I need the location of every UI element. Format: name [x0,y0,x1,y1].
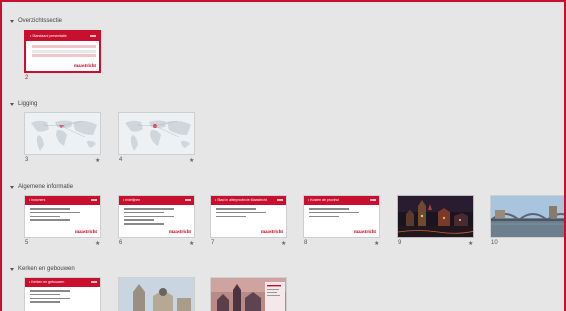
slide-thumbnail-3[interactable] [24,112,101,155]
cathedral-sunset-photo [211,278,286,311]
bullet-list [309,208,359,219]
brand-wordmark: maastricht [73,64,96,69]
collapse-triangle-icon[interactable] [10,102,14,106]
animation-star-icon: ★ [95,158,101,164]
animation-star-icon: ★ [468,241,474,247]
section-header-ligging[interactable]: Ligging [10,99,37,109]
slide-number: 4 [119,157,123,163]
slide-number: 7 [211,240,215,246]
logo-mark-icon [370,199,376,201]
slide-number: 9 [398,240,402,246]
slide-number: 2 [25,75,29,81]
bridge-photo [491,196,564,237]
section-header-kerken-en-gebouwen[interactable]: Kerken en gebouwen [10,264,75,274]
slide-title: • Standaard presentatie [30,33,67,38]
slide-thumbnail-5[interactable]: • Inwoners maastricht [24,195,101,238]
slide-sorter-pane: Overzichtssectie • Standaard presentatie… [0,0,566,311]
bullet-list [124,208,174,227]
logo-mark-icon [90,35,96,37]
bullet-list [216,208,266,219]
brand-wordmark: maastricht [74,230,97,235]
slide-number: 8 [304,240,308,246]
slide-thumbnail-13[interactable] [210,277,287,311]
brand-wordmark: maastricht [353,230,376,235]
brand-wordmark: maastricht [260,230,283,235]
animation-star-icon: ★ [189,158,195,164]
slide-title: • Kerken en gebouwen [29,279,65,284]
slide-title: • Kosten de provinci [308,197,339,202]
animation-star-icon: ★ [374,241,380,247]
slide-thumbnail-11[interactable]: • Kerken en gebouwen [24,277,101,311]
animation-star-icon: ★ [281,241,287,247]
animation-star-icon: ★ [189,241,195,247]
slide-title: • Inwoners [29,197,46,202]
logo-mark-icon [91,199,97,201]
slide-thumbnail-2[interactable]: • Standaard presentatie maastricht [24,30,101,73]
slide-thumbnail-6[interactable]: • Indelijnen maastricht [118,195,195,238]
world-map-image [119,113,194,154]
slide-thumbnail-8[interactable]: • Kosten de provinci maastricht [303,195,380,238]
slide-title-bar: • Kosten de provinci [304,196,379,205]
bullet-list [30,208,80,223]
slide-thumbnail-10[interactable] [490,195,564,238]
bullet-list [30,290,80,305]
collapse-triangle-icon[interactable] [10,19,14,23]
slide-thumbnail-9[interactable] [397,195,474,238]
logo-mark-icon [91,281,97,283]
slide-title: • Stad in allerprovincie Maastricht [215,197,267,202]
logo-mark-icon [185,199,191,201]
slide-number: 6 [119,240,123,246]
slide-title-bar: • Standaard presentatie [26,32,99,41]
slide-thumbnail-4[interactable] [118,112,195,155]
slide-number: 5 [25,240,29,246]
animation-star-icon: ★ [95,241,101,247]
night-city-photo [398,196,473,237]
brand-wordmark: maastricht [168,230,191,235]
section-header-overzicht[interactable]: Overzichtssectie [10,16,62,26]
section-label: Overzichtssectie [18,18,63,24]
slide-title-bar: • Indelijnen [119,196,194,205]
table-preview [32,45,96,62]
collapse-triangle-icon[interactable] [10,185,14,189]
section-label: Kerken en gebouwen [18,266,75,272]
slide-number: 3 [25,157,29,163]
church-square-photo [119,278,194,311]
slide-title-bar: • Stad in allerprovincie Maastricht [211,196,286,205]
slide-title-bar: • Kerken en gebouwen [25,278,100,287]
collapse-triangle-icon[interactable] [10,267,14,271]
world-map-image [25,113,100,154]
logo-mark-icon [277,199,283,201]
slide-title: • Indelijnen [123,197,141,202]
slide-title-bar: • Inwoners [25,196,100,205]
slide-thumbnail-12[interactable] [118,277,195,311]
section-header-algemene-informatie[interactable]: Algemene informatie [10,182,73,192]
slide-thumbnail-7[interactable]: • Stad in allerprovincie Maastricht maas… [210,195,287,238]
slide-number: 10 [491,240,498,246]
section-label: Algemene informatie [18,184,74,190]
section-label: Ligging [18,101,38,107]
